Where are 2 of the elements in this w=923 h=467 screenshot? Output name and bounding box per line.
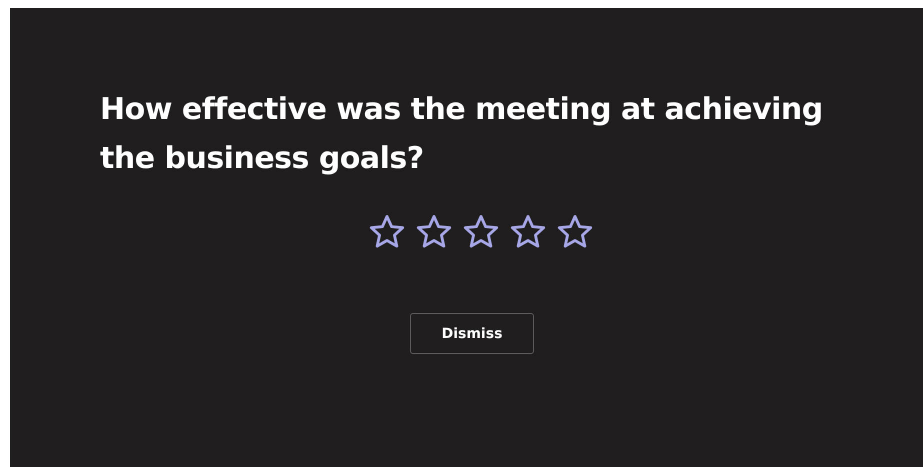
dismiss-button[interactable]: Dismiss (410, 313, 534, 354)
question-text: How effective was the meeting at achieving the business goals? (100, 91, 824, 178)
